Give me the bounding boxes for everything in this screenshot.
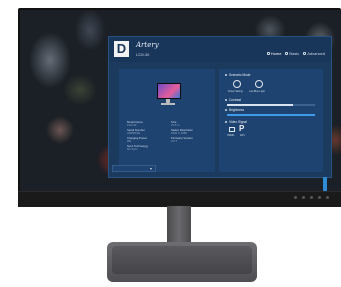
scenario-mode-heading: Scenario Mode	[225, 73, 250, 77]
contrast-slider-fill	[227, 104, 293, 106]
brightness-slider-fill	[227, 114, 315, 116]
app-brand-name: Artery	[136, 41, 159, 49]
profile-dropdown[interactable]	[112, 165, 156, 172]
basic-icon	[285, 52, 289, 55]
tab-advanced[interactable]: Advanced	[303, 51, 325, 56]
contrast-slider[interactable]	[227, 104, 315, 106]
chevron-down-icon	[150, 168, 152, 170]
tab-advanced-label: Advanced	[307, 51, 325, 56]
info-sync-technology: Sync Technology No Sync	[127, 144, 148, 152]
info-value: 0.0.7	[171, 139, 178, 144]
bullet-icon	[225, 109, 227, 111]
app-logo: D	[114, 41, 129, 57]
info-firmware-version: Firmware Version 0.0.7	[171, 136, 193, 144]
app-tabs: Home Basic Advanced	[266, 51, 325, 56]
info-charging-power: Charging Power 0W	[127, 136, 147, 144]
tab-basic[interactable]: Basic	[285, 51, 299, 56]
info-native-resolution: Native Resolution 1920 X 1080	[171, 128, 193, 136]
side-panel-toggle[interactable]	[323, 177, 327, 191]
settings-panel: Scenario Mode Power Saving Low Blue Ligh…	[219, 69, 327, 191]
info-serial-number: Serial Number V9050F4E	[127, 128, 145, 136]
monitor-control-app-window: D Artery L22i-30 Home Basic Advanced Mod…	[108, 36, 332, 191]
advanced-icon	[303, 52, 307, 55]
info-size: Size 21.5 in	[171, 120, 179, 128]
osd-button[interactable]	[318, 196, 321, 199]
monitor-osd-buttons[interactable]	[294, 196, 329, 199]
info-model-name: Model Name L22i-30	[127, 120, 143, 128]
monitor-info-panel: Model Name L22i-30 Serial Number V9050F4…	[119, 69, 215, 172]
contrast-heading: Contrast	[225, 98, 241, 102]
low-blue-light-label: Low Blue Light	[249, 90, 265, 93]
hdmi-label: HDMI1	[227, 134, 235, 137]
tab-home[interactable]: Home	[266, 51, 282, 56]
hdmi-icon[interactable]	[229, 127, 235, 132]
bullet-icon	[225, 74, 227, 76]
brightness-heading: Brightness	[225, 108, 244, 112]
monitor-chin	[18, 191, 341, 207]
tab-home-label: Home	[270, 51, 282, 56]
power-saving-label: Power Saving	[228, 90, 243, 93]
displayport-icon[interactable]: P	[239, 125, 244, 133]
brightness-slider[interactable]	[227, 114, 315, 116]
video-signal-label: Video Signal	[229, 120, 247, 124]
contrast-label: Contrast	[229, 98, 242, 102]
info-value: No Sync	[127, 147, 138, 152]
home-icon	[266, 52, 270, 55]
osd-button[interactable]	[294, 196, 297, 199]
app-header: D Artery L22i-30 Home Basic Advanced	[109, 37, 331, 62]
monitor-icon-base	[161, 103, 175, 105]
app-model-name: L22i-30	[136, 52, 150, 57]
tab-basic-label: Basic	[289, 51, 300, 56]
power-saving-icon[interactable]	[233, 80, 241, 88]
monitor-stand-base-top	[112, 246, 252, 274]
low-blue-light-icon[interactable]	[255, 80, 263, 88]
monitor-photo: D Artery L22i-30 Home Basic Advanced Mod…	[0, 0, 341, 287]
osd-button[interactable]	[302, 196, 305, 199]
brightness-label: Brightness	[229, 108, 245, 112]
power-button[interactable]	[326, 196, 329, 199]
bullet-icon	[225, 121, 227, 123]
bullet-icon	[225, 99, 227, 101]
osd-button[interactable]	[310, 196, 313, 199]
dp-label: DP1	[240, 134, 245, 137]
monitor-icon	[157, 83, 181, 99]
scenario-mode-label: Scenario Mode	[229, 73, 251, 77]
